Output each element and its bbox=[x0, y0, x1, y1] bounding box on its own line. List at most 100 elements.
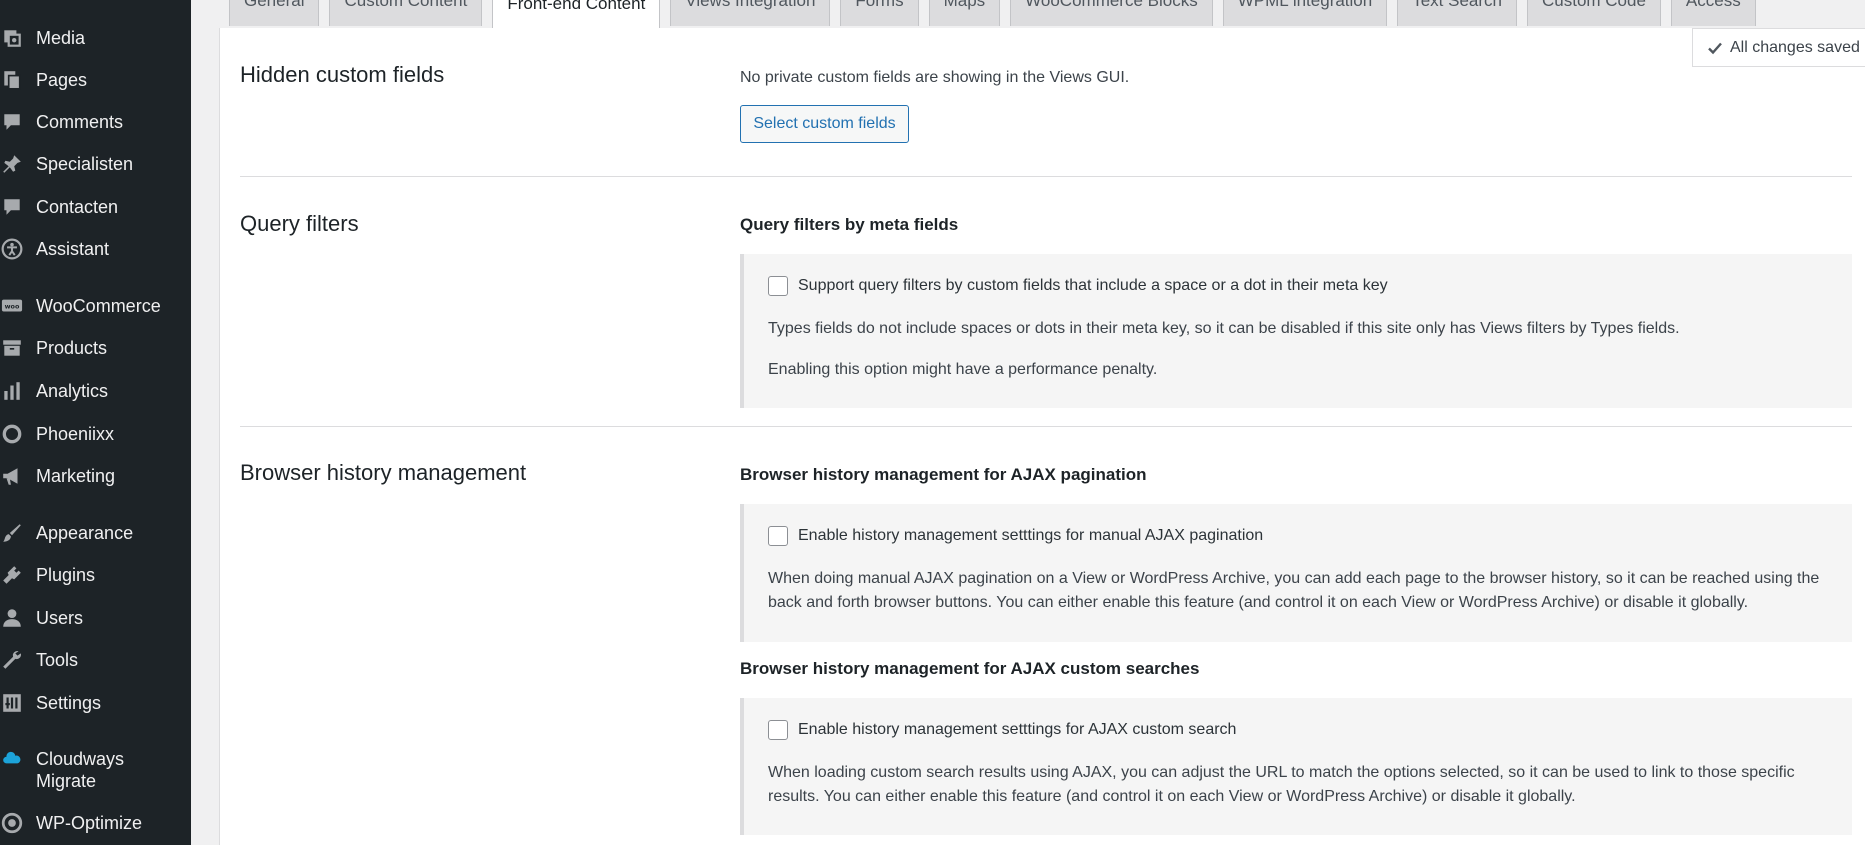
sidebar-item-label: Comments bbox=[36, 112, 124, 132]
tab-woocommerce-blocks[interactable]: WooCommerce Blocks bbox=[1010, 0, 1213, 26]
sidebar-item-specialisten[interactable]: Specialisten bbox=[0, 146, 191, 182]
ajax-search-checkbox[interactable] bbox=[768, 720, 788, 740]
performance-note: Enabling this option might have a perfor… bbox=[768, 361, 1158, 378]
select-custom-fields-button[interactable]: Select custom fields bbox=[740, 105, 909, 143]
comments-icon bbox=[0, 195, 24, 219]
sidebar-item-label: Pages bbox=[36, 70, 88, 90]
sidebar-item-contacten[interactable]: Contacten bbox=[0, 189, 191, 225]
subsection-title-meta-fields: Query filters by meta fields bbox=[740, 215, 959, 234]
brush-icon bbox=[0, 521, 24, 545]
sidebar-item-label: Settings bbox=[36, 693, 102, 713]
sidebar-item-woocommerce[interactable]: woo WooCommerce bbox=[0, 288, 191, 324]
section-divider bbox=[240, 176, 1852, 177]
sidebar-item-settings[interactable]: Settings bbox=[0, 685, 191, 721]
tab-views-integration[interactable]: Views Integration bbox=[670, 0, 831, 26]
settings-icon bbox=[0, 691, 24, 715]
analytics-icon bbox=[0, 379, 24, 403]
tab-wpml-integration[interactable]: WPML integration bbox=[1222, 0, 1388, 26]
subsection-title-ajax-pagination: Browser history management for AJAX pagi… bbox=[740, 465, 1147, 484]
sidebar-item-comments[interactable]: Comments bbox=[0, 104, 191, 140]
settings-tabs: General Custom Content Front-end Content… bbox=[229, 0, 1766, 29]
ajax-search-note: When loading custom search results using… bbox=[768, 764, 1795, 805]
ajax-pagination-box: Enable history management setttings for … bbox=[740, 504, 1852, 642]
ajax-search-checkbox-row[interactable]: Enable history management setttings for … bbox=[768, 720, 1236, 740]
sidebar-item-analytics[interactable]: Analytics bbox=[0, 373, 191, 409]
tab-forms[interactable]: Forms bbox=[840, 0, 919, 26]
pin-icon bbox=[0, 152, 24, 176]
sidebar-item-label: Cloudways Migrate bbox=[36, 749, 125, 791]
section-title-browser-history: Browser history management bbox=[240, 460, 527, 485]
ajax-pagination-checkbox-row[interactable]: Enable history management setttings for … bbox=[768, 526, 1263, 546]
circle-icon bbox=[0, 422, 24, 446]
megaphone-icon bbox=[0, 464, 24, 488]
tab-text-search[interactable]: Text Search bbox=[1397, 0, 1517, 26]
main-content: General Custom Content Front-end Content… bbox=[191, 0, 1865, 845]
admin-sidebar: Media Pages Comments Specialisten Contac bbox=[0, 0, 191, 845]
optimize-icon bbox=[0, 811, 24, 835]
sidebar-item-label: Marketing bbox=[36, 466, 116, 486]
woocommerce-icon: woo bbox=[0, 294, 24, 318]
pages-icon bbox=[0, 68, 24, 92]
section-title-query-filters: Query filters bbox=[240, 211, 359, 236]
plugin-icon bbox=[0, 563, 24, 587]
sidebar-item-phoeniixx[interactable]: Phoeniixx bbox=[0, 416, 191, 452]
comments-icon bbox=[0, 110, 24, 134]
wrench-icon bbox=[0, 648, 24, 672]
sidebar-item-label: Specialisten bbox=[36, 154, 134, 174]
media-icon bbox=[0, 26, 24, 50]
sidebar-item-wp-optimize[interactable]: WP-Optimize bbox=[0, 805, 191, 841]
sidebar-item-tools[interactable]: Tools bbox=[0, 642, 191, 678]
sidebar-item-label: Tools bbox=[36, 650, 79, 670]
tab-maps[interactable]: Maps bbox=[928, 0, 1001, 26]
section-divider bbox=[240, 426, 1852, 427]
sidebar-item-appearance[interactable]: Appearance bbox=[0, 515, 191, 551]
sidebar-item-label: WP-Optimize bbox=[36, 813, 143, 833]
checkmark-icon bbox=[1708, 42, 1722, 54]
svg-text:woo: woo bbox=[5, 303, 20, 311]
sidebar-item-plugins[interactable]: Plugins bbox=[0, 557, 191, 593]
query-filters-box: Support query filters by custom fields t… bbox=[740, 254, 1852, 408]
accessibility-icon bbox=[0, 237, 24, 261]
sidebar-item-label: Users bbox=[36, 608, 84, 628]
sidebar-item-label: WooCommerce bbox=[36, 296, 161, 316]
sidebar-item-label: Appearance bbox=[36, 523, 134, 543]
tab-custom-code[interactable]: Custom Code bbox=[1526, 0, 1661, 26]
sidebar-item-pages[interactable]: Pages bbox=[0, 62, 191, 98]
sidebar-item-media[interactable]: Media bbox=[0, 20, 191, 56]
checkbox-label: Support query filters by custom fields t… bbox=[798, 277, 1388, 294]
tab-custom-content[interactable]: Custom Content bbox=[329, 0, 483, 26]
ajax-pagination-note: When doing manual AJAX pagination on a V… bbox=[768, 570, 1820, 611]
settings-panel: Hidden custom fields No private custom f… bbox=[219, 28, 1865, 845]
sidebar-item-label: Analytics bbox=[36, 381, 109, 401]
sidebar-item-label: Assistant bbox=[36, 239, 110, 259]
sidebar-item-label: Products bbox=[36, 338, 108, 358]
tab-front-end-content[interactable]: Front-end Content bbox=[492, 0, 661, 29]
meta-key-checkbox[interactable] bbox=[768, 276, 788, 296]
section-title-hidden-custom-fields: Hidden custom fields bbox=[240, 62, 445, 87]
sidebar-item-users[interactable]: Users bbox=[0, 600, 191, 636]
save-status-text: All changes saved bbox=[1730, 38, 1860, 56]
cloud-icon bbox=[0, 747, 24, 771]
sidebar-item-marketing[interactable]: Marketing bbox=[0, 458, 191, 494]
checkbox-label: Enable history management setttings for … bbox=[798, 721, 1237, 738]
sidebar-item-label: Media bbox=[36, 28, 86, 48]
sidebar-item-assistant[interactable]: Assistant bbox=[0, 231, 191, 267]
user-icon bbox=[0, 606, 24, 630]
sidebar-item-label: Contacten bbox=[36, 197, 119, 217]
checkbox-label: Enable history management setttings for … bbox=[798, 527, 1264, 544]
sidebar-item-products[interactable]: Products bbox=[0, 330, 191, 366]
sidebar-item-cloudways-migrate[interactable]: Cloudways Migrate bbox=[0, 746, 191, 794]
meta-key-checkbox-row[interactable]: Support query filters by custom fields t… bbox=[768, 276, 1388, 296]
subsection-title-ajax-search: Browser history management for AJAX cust… bbox=[740, 659, 1200, 678]
query-filters-note: Types fields do not include spaces or do… bbox=[768, 320, 1680, 337]
sidebar-item-label: Phoeniixx bbox=[36, 424, 115, 444]
ajax-pagination-checkbox[interactable] bbox=[768, 526, 788, 546]
save-status: All changes saved bbox=[1692, 28, 1865, 67]
ajax-search-box: Enable history management setttings for … bbox=[740, 698, 1852, 835]
hidden-fields-description: No private custom fields are showing in … bbox=[740, 69, 1130, 86]
admin-page: Media Pages Comments Specialisten Contac bbox=[0, 0, 1865, 845]
archive-icon bbox=[0, 336, 24, 360]
tab-general[interactable]: General bbox=[229, 0, 320, 26]
tab-access[interactable]: Access bbox=[1670, 0, 1756, 26]
sidebar-item-label: Plugins bbox=[36, 565, 96, 585]
